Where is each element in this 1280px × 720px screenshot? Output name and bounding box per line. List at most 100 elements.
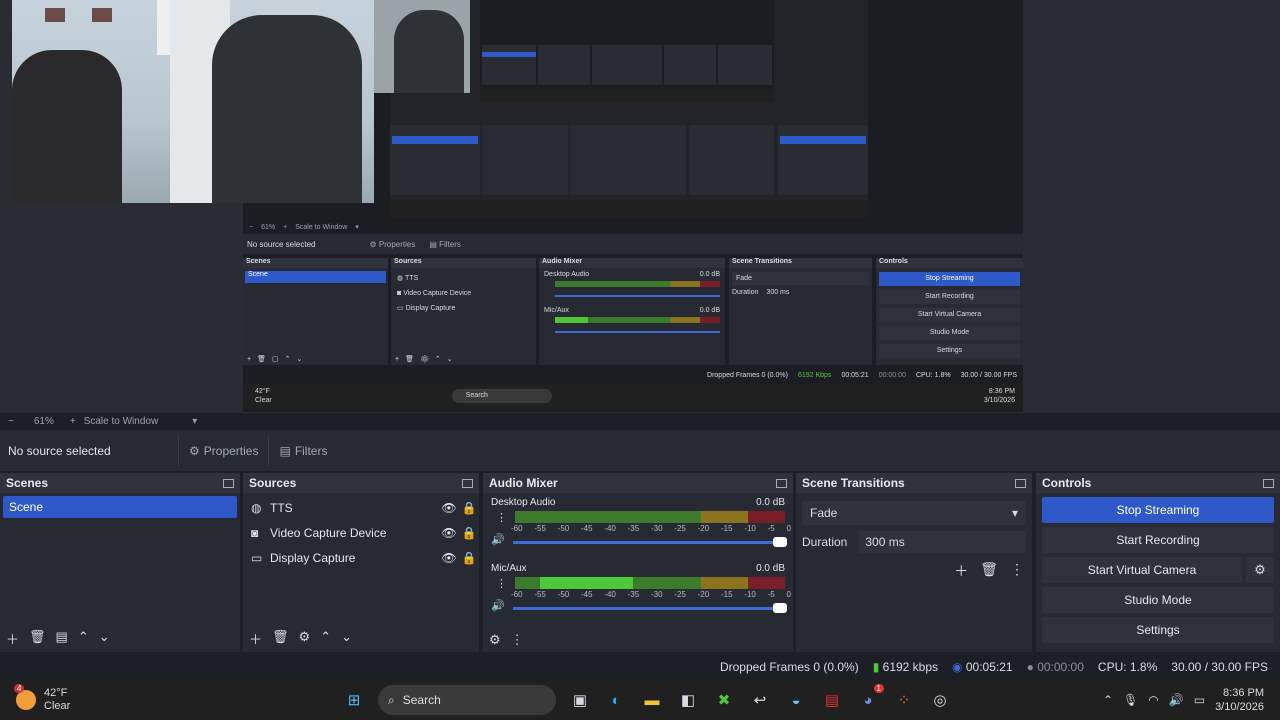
- discord-badge: 1: [873, 684, 884, 693]
- eye-icon[interactable]: 👁: [439, 501, 459, 515]
- move-up-button[interactable]: ⌃: [320, 629, 331, 648]
- duration-label: Duration: [802, 535, 848, 549]
- scenes-title: Scenes: [6, 476, 49, 490]
- speaker-icon[interactable]: 🔊: [491, 533, 505, 546]
- app-red-icon[interactable]: ▤: [818, 686, 846, 714]
- trash-icon[interactable]: 🗑: [272, 629, 289, 648]
- controls-dock: Controls Stop Streaming Start Recording …: [1036, 473, 1280, 652]
- more-icon[interactable]: ⋮: [511, 632, 524, 648]
- nested-taskbar: 42°F Clear Search 8:36 PM 3/10/2026: [243, 384, 1023, 408]
- mixer-title: Audio Mixer: [489, 476, 558, 490]
- discord-icon[interactable]: ◕ 1: [854, 684, 884, 714]
- status-bar: Dropped Frames 0 (0.0%) ▮ 6192 kbps ◉ 00…: [0, 655, 1280, 679]
- settings-button[interactable]: Settings: [1042, 617, 1274, 643]
- zoom-in-button[interactable]: +: [70, 416, 76, 427]
- task-view-icon[interactable]: ▣: [566, 686, 594, 714]
- popout-icon[interactable]: [1263, 478, 1274, 488]
- studio-mode-button[interactable]: Studio Mode: [1042, 587, 1274, 613]
- xbox-icon[interactable]: ✖: [710, 686, 738, 714]
- sources-dock: Sources ◍ TTS 👁 🔒 ◙ Video Capture Device…: [243, 473, 479, 652]
- volume-slider[interactable]: [513, 537, 787, 547]
- obs-icon[interactable]: ◎: [926, 686, 954, 714]
- nested-scenes-dock: Scenes Scene +🗑▢⌃⌄: [243, 258, 388, 365]
- more-icon[interactable]: ⋮: [496, 511, 507, 524]
- audio-mixer-dock: Audio Mixer Desktop Audio 0.0 dB ⋮ -60 -55…: [483, 473, 793, 652]
- file-explorer-icon[interactable]: ▬: [638, 686, 666, 714]
- preview-canvas[interactable]: −61% + Scale to Window ▾ No source selected…: [0, 0, 1280, 413]
- zoom-out-button[interactable]: −: [8, 416, 14, 427]
- properties-button[interactable]: ⚙ Properties: [178, 435, 268, 466]
- popout-icon[interactable]: [1015, 478, 1026, 488]
- volume-slider[interactable]: [513, 603, 787, 613]
- trash-icon[interactable]: 🗑: [29, 629, 46, 648]
- lock-icon[interactable]: 🔒: [459, 501, 479, 515]
- transitions-title: Scene Transitions: [802, 476, 905, 490]
- source-item-tts[interactable]: ◍ TTS 👁 🔒: [243, 495, 479, 520]
- nested-zoombar: −61% + Scale to Window ▾: [249, 223, 359, 232]
- more-icon[interactable]: ⋮: [496, 577, 507, 590]
- channel-db: 0.0 dB: [756, 497, 785, 508]
- search-icon: ⌕: [388, 692, 395, 707]
- stop-streaming-button[interactable]: Stop Streaming: [1042, 497, 1274, 523]
- move-down-button[interactable]: ⌄: [341, 629, 352, 648]
- scale-mode-select[interactable]: Scale to Window: [84, 416, 158, 427]
- steam-icon[interactable]: ◒: [782, 686, 810, 714]
- popout-icon[interactable]: [223, 478, 234, 488]
- webcam-feed: [12, 0, 374, 203]
- eye-icon[interactable]: 👁: [439, 551, 459, 565]
- chevron-up-icon[interactable]: ⌃: [1103, 693, 1113, 707]
- edge-icon[interactable]: ◐: [602, 686, 630, 714]
- add-transition-button[interactable]: ＋: [954, 561, 968, 581]
- battery-icon[interactable]: ▭: [1194, 693, 1205, 707]
- weather-widget[interactable]: 4 42°F Clear: [14, 684, 336, 713]
- add-scene-button[interactable]: ＋: [6, 629, 19, 648]
- volume-meter: [515, 577, 785, 589]
- gear-icon[interactable]: ⚙: [1246, 557, 1274, 583]
- filter-icon: ▤: [279, 443, 291, 458]
- controls-title: Controls: [1042, 476, 1092, 490]
- start-recording-button[interactable]: Start Recording: [1042, 527, 1274, 553]
- app-icon[interactable]: ↩: [746, 686, 774, 714]
- filters-button[interactable]: ▤ Filters: [268, 435, 337, 466]
- add-source-button[interactable]: ＋: [249, 629, 262, 648]
- store-icon[interactable]: ◧: [674, 686, 702, 714]
- scene-item[interactable]: Scene: [3, 496, 237, 518]
- advanced-audio-icon[interactable]: ⚙: [489, 632, 501, 648]
- more-icon[interactable]: ⋮: [1010, 561, 1024, 581]
- stream-icon: ◉: [952, 660, 963, 674]
- gear-icon[interactable]: ⚙: [299, 629, 311, 648]
- duration-input[interactable]: 300 ms: [859, 531, 1026, 553]
- context-bar: No source selected ⚙ Properties ▤ Filter…: [0, 430, 1280, 471]
- monitor-icon: ▭: [251, 550, 263, 565]
- taskbar-search[interactable]: ⌕ Search: [378, 685, 556, 715]
- filter-icon[interactable]: ▤: [56, 629, 68, 648]
- popout-icon[interactable]: [462, 478, 473, 488]
- move-down-button[interactable]: ⌄: [99, 629, 110, 648]
- meter-ticks: -60 -55 -50 -45 -40 -35 -30 -25 -20 -15 -10 -5 0: [511, 590, 791, 599]
- camera-icon: ◙: [251, 525, 259, 540]
- volume-icon[interactable]: 🔊: [1169, 693, 1184, 707]
- transition-select[interactable]: Fade ▾: [802, 501, 1026, 525]
- chevron-down-icon[interactable]: ▾: [192, 416, 197, 427]
- nested-webcam-feed: [374, 0, 470, 93]
- source-item-display-capture[interactable]: ▭ Display Capture 👁 🔒: [243, 545, 479, 570]
- clock[interactable]: 8:36 PM 3/10/2026: [1215, 686, 1264, 714]
- move-up-button[interactable]: ⌃: [78, 629, 89, 648]
- lock-icon[interactable]: 🔒: [459, 526, 479, 540]
- zoom-level: 61%: [33, 416, 54, 427]
- lock-icon[interactable]: 🔒: [459, 551, 479, 565]
- eye-icon[interactable]: 👁: [439, 526, 459, 540]
- dropped-frames: Dropped Frames 0 (0.0%): [719, 660, 859, 674]
- app-orange-icon[interactable]: ⁘: [890, 686, 918, 714]
- microphone-icon[interactable]: 🎙: [1123, 693, 1138, 707]
- wifi-icon[interactable]: ◠: [1148, 693, 1158, 707]
- speaker-icon[interactable]: 🔊: [491, 599, 505, 612]
- trash-icon[interactable]: 🗑: [980, 561, 998, 581]
- source-item-video-capture[interactable]: ◙ Video Capture Device 👁 🔒: [243, 520, 479, 545]
- globe-icon: ◍: [251, 500, 262, 515]
- popout-icon[interactable]: [776, 478, 787, 488]
- sources-title: Sources: [249, 476, 297, 490]
- start-virtual-camera-button[interactable]: Start Virtual Camera: [1042, 557, 1242, 583]
- mixer-channel-desktop: Desktop Audio 0.0 dB ⋮ -60 -55 -50 -45 -40 -35…: [483, 493, 793, 559]
- windows-start-icon[interactable]: ⊞: [340, 686, 368, 714]
